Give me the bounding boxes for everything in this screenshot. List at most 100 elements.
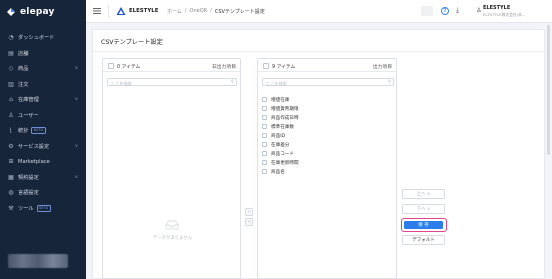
list-item[interactable]: 在庫更新時間 xyxy=(262,158,299,167)
divider xyxy=(93,51,546,52)
select-all-checkbox[interactable] xyxy=(108,63,114,69)
sidebar-item-statistics[interactable]: ⌊ 統計 BETA xyxy=(0,123,86,139)
save-button[interactable]: 保 存 xyxy=(404,220,443,229)
grid-icon: ⊞ xyxy=(8,158,14,166)
breadcrumb-current: CSVテンプレート設定 xyxy=(214,9,265,15)
item-label: 標準在庫数 xyxy=(271,124,294,130)
user-icon[interactable]: ♙ xyxy=(476,7,481,14)
panel-header: 0 アイテム 非出力項目 xyxy=(103,59,240,72)
panel-header: 9 アイテム 出力項目 xyxy=(258,59,396,72)
item-label: 在庫更新時間 xyxy=(271,160,299,166)
chevron-down-icon: ∨ xyxy=(74,143,78,149)
search-input[interactable]: ここを検索 ⚲ xyxy=(262,78,394,86)
item-checkbox[interactable] xyxy=(262,106,267,111)
sidebar-item-inventory[interactable]: ⌂ 在庫管理 ∨ xyxy=(0,92,86,108)
search-icon: ⚲ xyxy=(387,80,391,85)
move-right-label: > xyxy=(247,209,251,215)
gear-icon: ⚙ xyxy=(8,142,14,150)
move-left-button[interactable]: < xyxy=(245,218,253,226)
chevron-down-icon: ∨ xyxy=(74,66,78,71)
sidebar-item-label: 店舗 xyxy=(18,50,29,57)
item-checkbox[interactable] xyxy=(262,115,267,120)
sidebar-item-label: Marketplace xyxy=(18,158,50,165)
list-item[interactable]: 商品作成日時 xyxy=(262,113,299,122)
item-label: 在庫差分 xyxy=(271,142,290,148)
item-count: 0 アイテム xyxy=(117,65,141,70)
list-item[interactable]: 商品ID xyxy=(262,131,299,140)
breadcrumb: ホーム / OneQR / CSVテンプレート設定 xyxy=(167,8,265,15)
item-checkbox[interactable] xyxy=(262,124,267,129)
blurred-account-area[interactable] xyxy=(8,254,68,268)
help-icon[interactable]: ? xyxy=(441,7,449,15)
item-checkbox[interactable] xyxy=(262,160,267,165)
logo[interactable]: elepay xyxy=(6,6,55,18)
list-item[interactable]: 在庫差分 xyxy=(262,140,299,149)
sidebar: elepay ◔ ダッシュボード ▤ 店舗 ◇ 商品 ∨ ▥ 注文 ⌂ 在庫管理… xyxy=(0,0,86,279)
sidebar-item-marketplace[interactable]: ⊞ Marketplace xyxy=(0,154,86,170)
download-icon[interactable]: ⤓ xyxy=(456,6,459,15)
item-checkbox[interactable] xyxy=(262,169,267,174)
empty-text: データがありません xyxy=(152,236,193,241)
sidebar-item-contract[interactable]: ▦ 契約設定 ∨ xyxy=(0,170,86,186)
move-down-button[interactable]: 下へ ∨ xyxy=(402,204,445,214)
select-all-checkbox[interactable] xyxy=(263,63,269,69)
list-item[interactable]: 標準在庫数 xyxy=(262,122,299,131)
list-item[interactable]: 商品名 xyxy=(262,167,299,176)
breadcrumb-separator: / xyxy=(184,8,187,14)
sidebar-item-tools[interactable]: ⚒ ツール BETA xyxy=(0,201,86,217)
scrollbar-thumb[interactable] xyxy=(547,25,550,155)
panel-title: 非出力項目 xyxy=(212,64,236,70)
sidebar-item-label: ツール xyxy=(18,205,34,212)
move-up-button[interactable]: 上へ ∧ xyxy=(402,189,445,199)
user-icon: ♙ xyxy=(8,111,14,119)
item-label: 商品作成日時 xyxy=(271,115,299,121)
store-icon: ▤ xyxy=(8,49,14,57)
sidebar-item-label: 言語設定 xyxy=(18,190,39,197)
elepay-logo-icon xyxy=(7,8,15,16)
non-output-panel: 0 アイテム 非出力項目 ここを検索 ⚲ データがありません xyxy=(102,58,241,279)
chart-icon: ⌊ xyxy=(9,127,13,135)
list-item[interactable]: 商品コード xyxy=(262,149,299,158)
item-checkbox[interactable] xyxy=(262,142,267,147)
item-label: 増値貨幣期限 xyxy=(271,106,299,112)
globe-icon: ◍ xyxy=(8,189,14,197)
default-button[interactable]: デフォルト xyxy=(402,235,445,245)
store-name[interactable]: ELESTYLE xyxy=(129,8,158,14)
sidebar-item-label: ユーザー xyxy=(18,112,39,119)
move-right-button[interactable]: > xyxy=(245,208,253,216)
save-label: 保 存 xyxy=(418,222,429,228)
list-item[interactable]: 増値在庫 xyxy=(262,95,299,104)
sidebar-item-orders[interactable]: ▥ 注文 xyxy=(0,77,86,93)
list-item[interactable]: 増値貨幣期限 xyxy=(262,104,299,113)
search-input[interactable]: ここを検索 ⚲ xyxy=(107,78,237,86)
item-checkbox[interactable] xyxy=(262,97,267,102)
default-label: デフォルト xyxy=(412,237,435,243)
user-company: ELESTYLE株式会社(本... xyxy=(483,12,526,17)
dashboard-icon: ◔ xyxy=(8,34,14,42)
search-placeholder: ここを検索 xyxy=(111,80,132,86)
header-divider xyxy=(108,5,109,18)
sidebar-item-label: 在庫管理 xyxy=(18,97,39,104)
breadcrumb-oneqr[interactable]: OneQR xyxy=(190,8,208,15)
header-search-box[interactable] xyxy=(421,6,433,16)
item-checkbox[interactable] xyxy=(262,133,267,138)
sidebar-item-dashboard[interactable]: ◔ ダッシュボード xyxy=(0,30,86,46)
menu-icon[interactable] xyxy=(93,7,101,15)
page-scrollbar[interactable] xyxy=(546,23,552,279)
sidebar-item-language[interactable]: ◍ 言語設定 xyxy=(0,185,86,201)
sidebar-item-label: 商品 xyxy=(18,66,29,73)
sidebar-item-products[interactable]: ◇ 商品 ∨ xyxy=(0,61,86,77)
contract-icon: ▦ xyxy=(8,173,14,181)
sidebar-item-label: ダッシュボード xyxy=(18,35,55,42)
chevron-down-icon: ∨ xyxy=(74,97,78,102)
user-name[interactable]: ELESTYLE xyxy=(483,5,510,11)
sidebar-item-users[interactable]: ♙ ユーザー xyxy=(0,108,86,124)
breadcrumb-separator: / xyxy=(210,8,212,14)
sidebar-nav: ◔ ダッシュボード ▤ 店舗 ◇ 商品 ∨ ▥ 注文 ⌂ 在庫管理 ∨ ♙ ユー… xyxy=(0,30,86,216)
order-icon: ▥ xyxy=(8,80,14,88)
breadcrumb-home[interactable]: ホーム xyxy=(167,8,182,15)
sidebar-item-store[interactable]: ▤ 店舗 xyxy=(0,46,86,62)
sidebar-item-label: 注文 xyxy=(18,81,29,88)
item-checkbox[interactable] xyxy=(262,151,267,156)
sidebar-item-service-settings[interactable]: ⚙ サービス設定 ∨ xyxy=(0,139,86,155)
